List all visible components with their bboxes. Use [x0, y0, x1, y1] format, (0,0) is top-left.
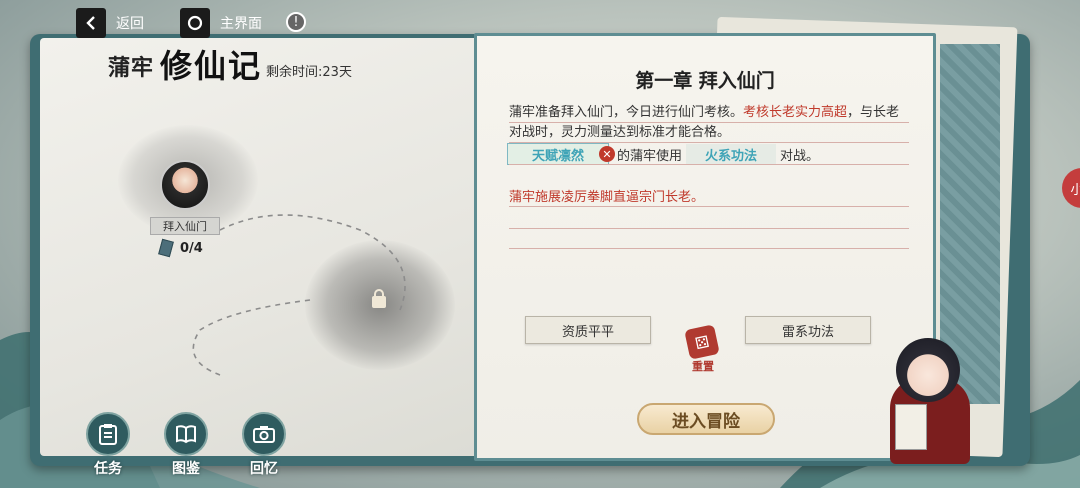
card-icon: [158, 238, 174, 258]
camera-icon: [242, 412, 286, 456]
home-label: 主界面: [220, 16, 262, 32]
side-tab[interactable]: 小: [1062, 168, 1080, 208]
ruled-line: [509, 206, 909, 207]
stage-node-label: 拜入仙门: [150, 217, 220, 235]
back-label: 返回: [116, 16, 144, 32]
chevron-left-icon: [76, 8, 106, 38]
ruled-line: [509, 228, 909, 229]
lock-icon: [372, 289, 386, 308]
stage-node-avatar[interactable]: [160, 160, 210, 210]
tasks-button[interactable]: 任务: [80, 412, 136, 477]
chapter-title: 第一章 拜入仙门: [635, 70, 775, 92]
remaining-time: 剩余时间:23天: [266, 65, 352, 80]
remove-icon[interactable]: ✕: [599, 146, 615, 162]
codex-label: 图鉴: [172, 461, 200, 477]
memory-label: 回忆: [250, 461, 278, 477]
page-title: 蒲牢 修仙记 剩余时间:23天: [108, 50, 352, 82]
memory-button[interactable]: 回忆: [236, 412, 292, 477]
technique-slot[interactable]: 火系功法: [686, 144, 777, 164]
book-icon: [164, 412, 208, 456]
ruled-line: [509, 164, 909, 165]
event-choice-line: 天赋凛然 ✕ 的蒲牢使用 火系功法 对战。: [507, 143, 819, 165]
event-text-highlight: 考核长老实力高超: [743, 105, 848, 120]
event-end-text: 对战。: [780, 148, 820, 164]
stage-node-count: 0/4: [180, 240, 203, 256]
character-scroll: [895, 404, 927, 450]
event-description: 蒲牢准备拜入仙门，今日进行仙门考核。考核长老实力高超，与长老对战时，灵力测量达到…: [509, 103, 909, 143]
info-icon[interactable]: !: [286, 12, 306, 32]
clipboard-icon: [86, 412, 130, 456]
character-name: 蒲牢: [108, 55, 155, 81]
event-text-intro: 蒲牢准备拜入仙门，今日进行仙门考核。: [509, 105, 744, 120]
reset-label: 重置: [692, 360, 714, 373]
character-head: [896, 338, 960, 402]
enter-adventure-button[interactable]: 进入冒险: [637, 403, 775, 435]
home-button[interactable]: 主界面: [180, 8, 262, 38]
tasks-label: 任务: [94, 461, 122, 477]
ruled-line: [509, 248, 909, 249]
ruled-line: [509, 122, 909, 123]
choice-thunder-button[interactable]: 雷系功法: [745, 316, 871, 344]
choice-aptitude-button[interactable]: 资质平平: [525, 316, 651, 344]
dice-reset-icon[interactable]: ⚄: [684, 324, 720, 360]
event-panel: 第一章 拜入仙门 蒲牢准备拜入仙门，今日进行仙门考核。考核长老实力高超，与长老对…: [474, 33, 936, 461]
back-button[interactable]: 返回: [76, 8, 144, 38]
game-title: 修仙记: [160, 47, 263, 85]
event-mid-text: 的蒲牢使用: [617, 148, 683, 164]
event-outcome: 蒲牢施展凌厉拳脚直逼宗门长老。: [509, 190, 705, 205]
talent-slot[interactable]: 天赋凛然: [507, 143, 609, 165]
stage-node-progress: 0/4: [158, 238, 203, 258]
home-circle-icon: [180, 8, 210, 38]
codex-button[interactable]: 图鉴: [158, 412, 214, 477]
